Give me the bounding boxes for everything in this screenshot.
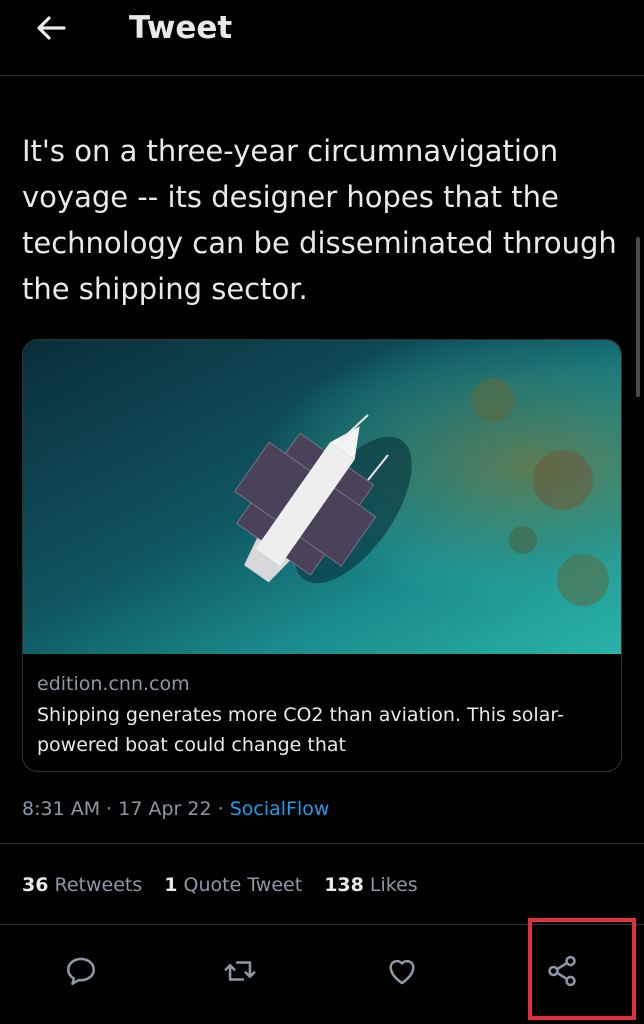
scrollbar[interactable] [636, 237, 640, 397]
reply-icon [66, 957, 96, 986]
tweet-time: 8:31 AM [22, 798, 101, 820]
quotes-count: 1 [164, 874, 178, 896]
back-button[interactable] [26, 8, 76, 48]
quotes-stat[interactable]: 1 Quote Tweet [164, 870, 302, 900]
reply-button[interactable] [55, 945, 107, 997]
tweet-text: It's on a three-year circumnavigation vo… [22, 134, 617, 306]
retweet-icon [224, 961, 256, 981]
card-title: Shipping generates more CO2 than aviatio… [37, 704, 564, 756]
meta-separator: · [217, 798, 224, 820]
retweets-stat[interactable]: 36 Retweets [22, 870, 142, 900]
link-card[interactable]: edition.cnn.com Shipping generates more … [22, 339, 622, 772]
heart-icon [389, 959, 415, 985]
card-domain: edition.cnn.com [37, 673, 190, 695]
retweets-label: Retweets [54, 874, 143, 896]
quotes-label: Quote Tweet [183, 874, 303, 896]
arrow-left-icon [37, 16, 66, 40]
highlight-box [528, 918, 636, 1020]
tweet-date: 17 Apr 22 [118, 798, 212, 820]
likes-stat[interactable]: 138 Likes [324, 870, 418, 900]
top-bar: Tweet [0, 0, 644, 76]
retweet-button[interactable] [214, 945, 266, 997]
likes-count: 138 [324, 874, 364, 896]
meta-separator: · [106, 798, 113, 820]
like-button[interactable] [376, 945, 428, 997]
retweets-count: 36 [22, 874, 49, 896]
divider [0, 843, 644, 844]
solar-boat-aerial-photo [23, 340, 621, 654]
engagement-stats: 36 Retweets 1 Quote Tweet 138 Likes [22, 870, 418, 900]
tweet-source-link[interactable]: SocialFlow [230, 798, 330, 820]
page-title: Tweet [129, 10, 233, 46]
tweet-meta: 8:31 AM · 17 Apr 22 · SocialFlow [22, 794, 329, 824]
likes-label: Likes [369, 874, 418, 896]
